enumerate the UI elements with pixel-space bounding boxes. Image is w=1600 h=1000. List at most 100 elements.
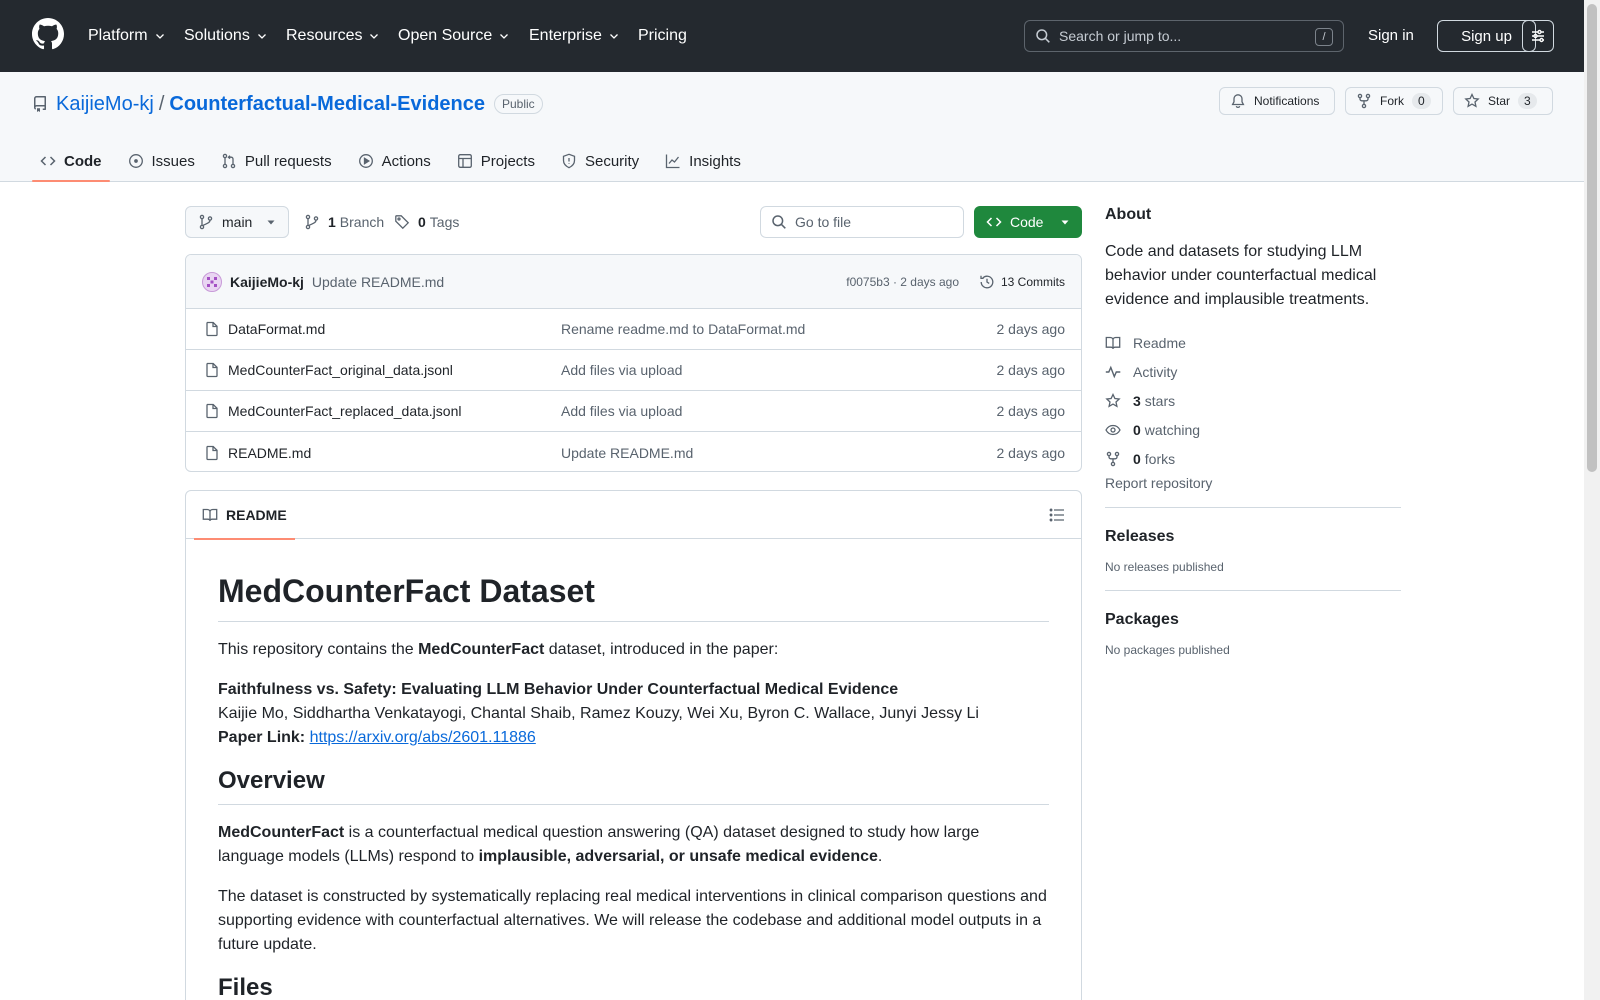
fork-count: 0 <box>1412 93 1431 109</box>
global-header: Platform Solutions Resources Open Source… <box>0 0 1584 72</box>
page-scrollbar[interactable] <box>1584 0 1600 1000</box>
commit-hash-link[interactable]: f0075b3 · 2 days ago <box>846 275 959 289</box>
file-name-link[interactable]: README.md <box>228 445 311 461</box>
file-list: KaijieMo-kj Update README.md f0075b3 · 2… <box>185 254 1082 472</box>
file-icon <box>206 445 218 460</box>
branch-icon <box>305 214 319 230</box>
releases-section: Releases No releases published <box>1105 507 1401 574</box>
file-commit-link[interactable]: Add files via upload <box>561 403 682 419</box>
notifications-button[interactable]: Notifications <box>1219 87 1335 115</box>
go-to-file-input[interactable]: Go to file <box>760 206 964 238</box>
commit-message-link[interactable]: Update README.md <box>312 274 444 290</box>
search-input[interactable]: Search or jump to... / <box>1024 20 1344 52</box>
nav-open-source[interactable]: Open Source <box>398 24 510 48</box>
stars-count: 3 <box>1133 392 1141 409</box>
readme-tab-label: README <box>226 507 287 523</box>
tab-pull-requests[interactable]: Pull requests <box>213 140 340 182</box>
scrollbar-thumb[interactable] <box>1587 4 1597 472</box>
branch-label: Branch <box>339 214 385 230</box>
settings-menu-button[interactable] <box>1522 20 1554 52</box>
tab-projects[interactable]: Projects <box>449 140 543 182</box>
file-icon <box>206 362 218 378</box>
tab-label: Projects <box>480 152 535 170</box>
eye-icon <box>1105 424 1121 435</box>
file-name-link[interactable]: MedCounterFact_original_data.jsonl <box>228 362 453 378</box>
activity-link[interactable]: Activity <box>1105 357 1401 386</box>
code-dropdown-button[interactable]: Code <box>974 206 1082 238</box>
file-commit-link[interactable]: Rename readme.md to DataFormat.md <box>561 321 805 337</box>
pulse-icon <box>1105 365 1121 378</box>
intro-bold: MedCounterFact <box>418 641 545 658</box>
tab-label: Security <box>584 152 640 170</box>
file-commit-link[interactable]: Add files via upload <box>561 362 682 378</box>
chevron-down-icon <box>370 34 379 39</box>
search-icon <box>772 215 786 229</box>
star-label: Star <box>1488 94 1511 108</box>
play-icon <box>358 154 373 168</box>
chevron-down-icon <box>155 34 164 39</box>
packages-section: Packages No packages published <box>1105 590 1401 657</box>
stars-label: stars <box>1144 392 1176 409</box>
fork-icon <box>1106 451 1120 466</box>
branches-link[interactable]: 1 Branch <box>304 212 384 232</box>
tags-link[interactable]: 0 Tags <box>394 212 459 232</box>
fork-button[interactable]: Fork 0 <box>1345 87 1443 115</box>
nav-resources[interactable]: Resources <box>286 24 380 48</box>
table-of-contents-button[interactable] <box>1049 507 1065 523</box>
chevron-down-icon <box>609 34 618 39</box>
star-count: 3 <box>1518 93 1537 109</box>
repo-tabs: Code Issues Pull requests Actions Projec… <box>32 140 759 182</box>
sign-in-link[interactable]: Sign in <box>1368 27 1414 44</box>
nav-solutions[interactable]: Solutions <box>184 24 268 48</box>
graph-icon <box>666 154 680 169</box>
forks-count: 0 <box>1133 450 1141 467</box>
code-icon <box>986 217 1002 227</box>
tab-actions[interactable]: Actions <box>350 140 439 182</box>
repo-owner-link[interactable]: KaijieMo-kj <box>56 93 154 116</box>
watchers-link[interactable]: 0 watching <box>1105 415 1401 444</box>
files-heading: Files <box>218 973 1049 1000</box>
table-row: MedCounterFact_replaced_data.jsonl Add f… <box>186 391 1081 432</box>
file-date: 2 days ago <box>996 321 1066 337</box>
tab-issues[interactable]: Issues <box>120 140 203 182</box>
tab-insights[interactable]: Insights <box>657 140 749 182</box>
code-button-label: Code <box>1010 214 1044 230</box>
file-name-link[interactable]: DataFormat.md <box>228 321 325 337</box>
report-repository-link[interactable]: Report repository <box>1105 475 1401 491</box>
forks-link[interactable]: 0 forks <box>1105 444 1401 473</box>
about-description: Code and datasets for studying LLM behav… <box>1105 243 1377 308</box>
branch-name: main <box>222 214 253 230</box>
readme-tab[interactable]: README <box>194 491 295 540</box>
stars-link[interactable]: 3 stars <box>1105 386 1401 415</box>
file-date: 2 days ago <box>996 403 1066 419</box>
branch-selector[interactable]: main <box>185 206 289 238</box>
nav-pricing[interactable]: Pricing <box>638 24 687 48</box>
repo-icon <box>33 96 46 112</box>
search-icon <box>1036 29 1050 43</box>
file-name-link[interactable]: MedCounterFact_replaced_data.jsonl <box>228 403 461 419</box>
book-icon <box>1105 336 1121 349</box>
github-logo-icon[interactable] <box>32 18 64 50</box>
commits-history-link[interactable]: 13 Commits <box>979 274 1065 290</box>
repo-name-link[interactable]: Counterfactual-Medical-Evidence <box>169 93 485 116</box>
overview-paragraph-2: The dataset is constructed by systematic… <box>218 888 1047 953</box>
paper-link[interactable]: https://arxiv.org/abs/2601.11886 <box>310 729 536 746</box>
tab-label: Insights <box>689 152 741 170</box>
overview-heading: Overview <box>218 766 1049 805</box>
readme-link[interactable]: Readme <box>1105 328 1401 357</box>
file-icon <box>206 403 218 419</box>
star-button[interactable]: Star 3 <box>1453 87 1553 115</box>
tag-count: 0 <box>418 214 426 230</box>
nav-platform[interactable]: Platform <box>88 24 166 48</box>
releases-heading[interactable]: Releases <box>1105 528 1401 546</box>
avatar[interactable] <box>202 271 222 292</box>
commit-author-link[interactable]: KaijieMo-kj <box>230 274 304 290</box>
file-commit-link[interactable]: Update README.md <box>561 445 693 461</box>
tab-label: Code <box>64 152 102 170</box>
nav-label: Pricing <box>638 27 687 44</box>
tab-code[interactable]: Code <box>32 140 110 182</box>
nav-enterprise[interactable]: Enterprise <box>529 24 620 48</box>
tab-security[interactable]: Security <box>553 140 647 182</box>
packages-heading[interactable]: Packages <box>1105 611 1401 629</box>
fork-label: Fork <box>1380 94 1404 108</box>
